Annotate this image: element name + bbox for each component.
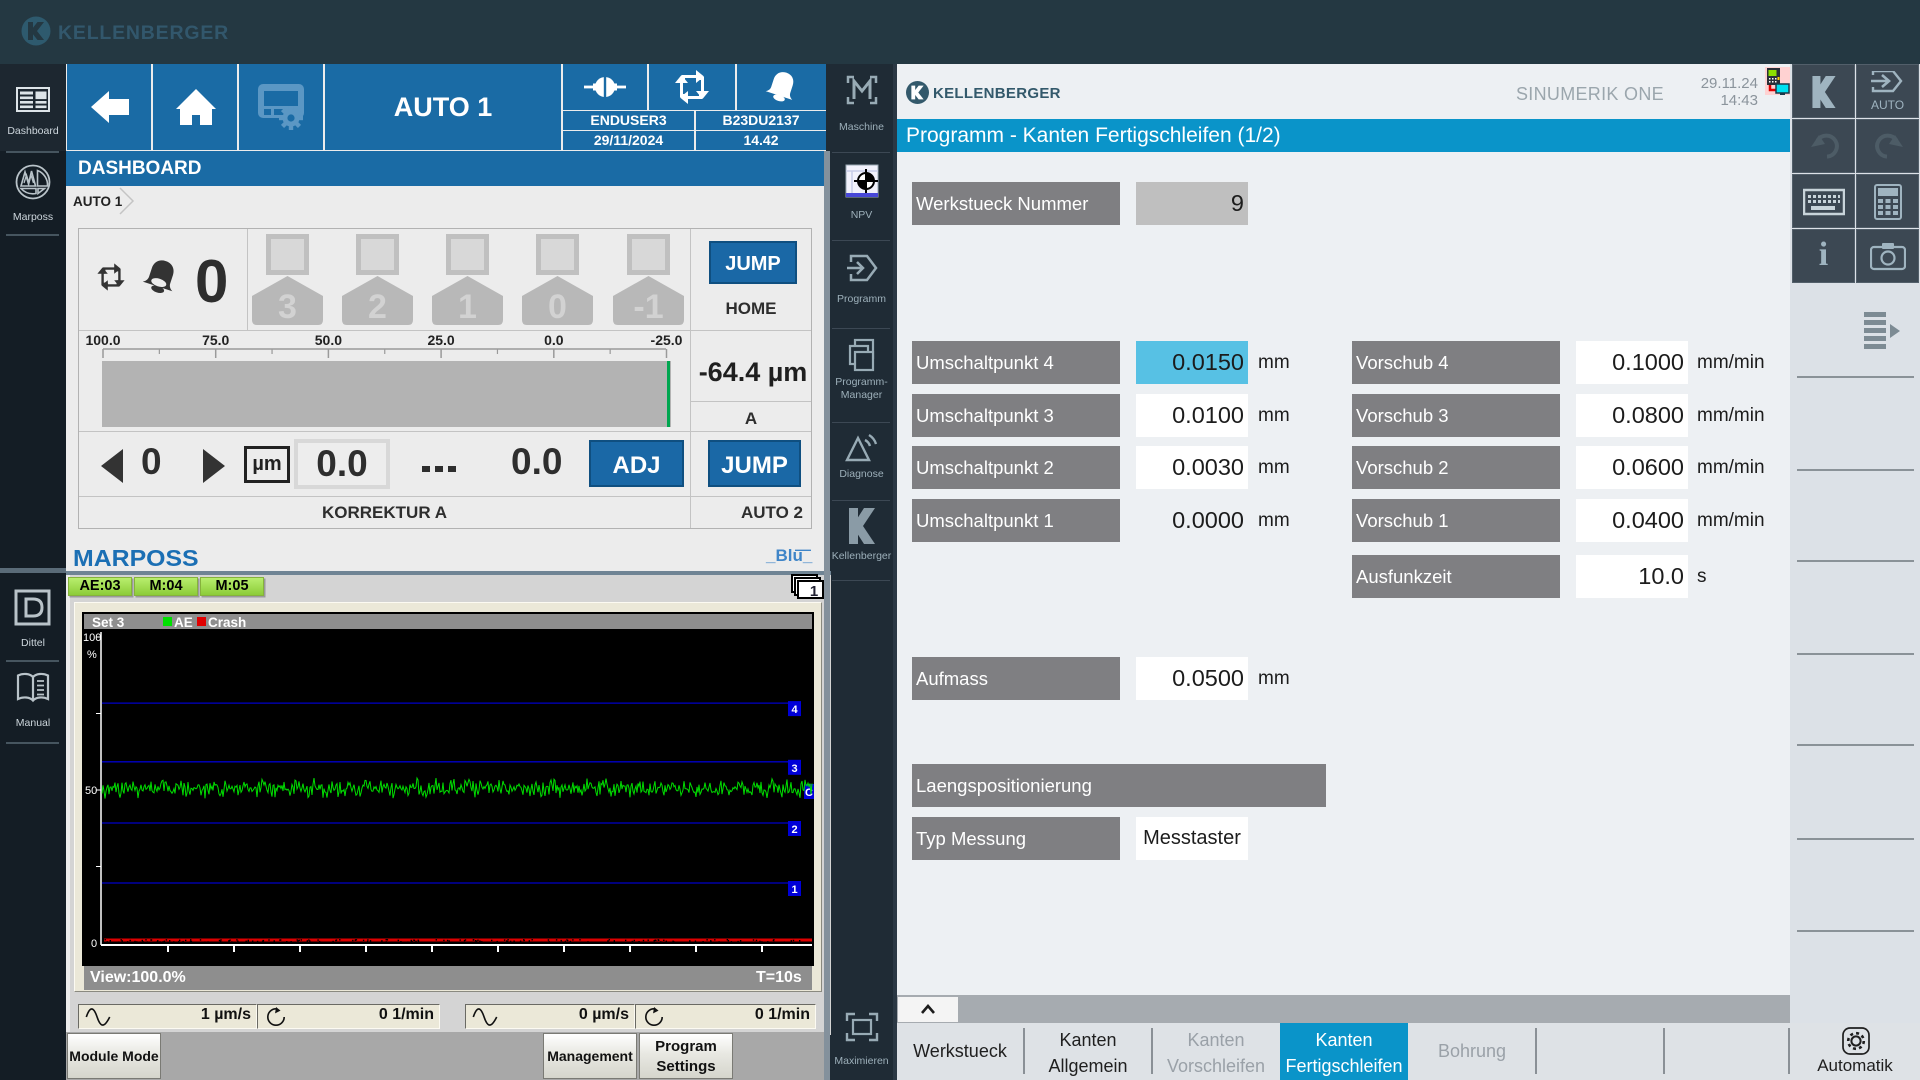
svg-text:3: 3	[278, 288, 297, 325]
svg-text:1: 1	[810, 583, 818, 600]
svg-text:0: 0	[548, 288, 567, 325]
svg-text:0: 0	[91, 938, 97, 950]
svg-text:%: %	[87, 649, 97, 661]
svg-text:1: 1	[458, 288, 477, 325]
svg-text:100: 100	[83, 632, 101, 644]
svg-text:4: 4	[791, 704, 798, 716]
svg-text:1: 1	[791, 884, 797, 896]
svg-text:2: 2	[791, 824, 797, 836]
svg-text:2: 2	[368, 288, 387, 325]
svg-text:-1: -1	[633, 288, 663, 325]
svg-text:3: 3	[791, 763, 797, 775]
svg-text:50: 50	[85, 785, 97, 797]
